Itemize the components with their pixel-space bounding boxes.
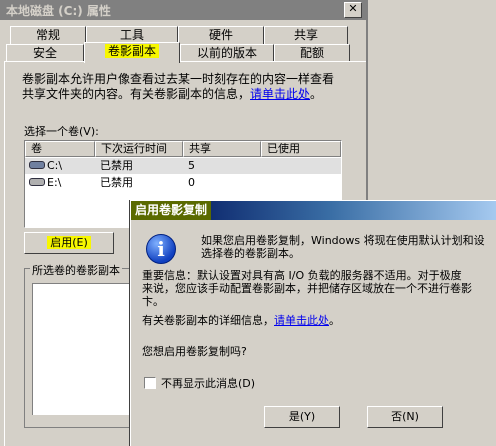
drive-icon — [29, 178, 45, 186]
dialog-help-link[interactable]: 请单击此处 — [274, 314, 329, 327]
tab-shadow-copies[interactable]: 卷影副本 — [84, 42, 180, 63]
no-button[interactable]: 否(N) — [367, 406, 443, 428]
enable-button[interactable]: 启用(E) — [24, 232, 114, 254]
shadow-copy-help-link[interactable]: 请单击此处 — [250, 87, 310, 101]
column-header-volume[interactable]: 卷 — [25, 141, 95, 157]
dialog-warning-line: 卞。 — [142, 295, 164, 308]
dialog-title: 启用卷影复制 — [131, 201, 212, 220]
dialog-message-line: 选择卷的卷影副本。 — [201, 247, 300, 260]
dont-show-checkbox[interactable] — [144, 377, 156, 389]
window-title: 本地磁盘 (C:) 属性 — [6, 4, 111, 18]
volume-list-header: 卷 下次运行时间 共享 已使用 — [25, 141, 341, 157]
column-header-next-run[interactable]: 下次运行时间 — [95, 141, 183, 157]
snapshot-list[interactable] — [32, 283, 142, 415]
info-icon: i — [146, 234, 176, 264]
dialog-warning-line: 来说，您应该手动配置卷影副本，并把储存区域放在一个不进行卷影 — [142, 282, 472, 295]
dialog-message-line: 如果您启用卷影复制，Windows 将现在使用默认计划和设 — [201, 234, 485, 247]
dialog-question: 您想启用卷影复制吗? — [142, 345, 247, 358]
tab-sharing[interactable]: 共享 — [264, 26, 348, 44]
column-header-used[interactable]: 已使用 — [261, 141, 341, 157]
tab-quota[interactable]: 配额 — [274, 44, 350, 62]
table-row[interactable]: E:\ 已禁用 0 — [25, 175, 341, 191]
tab-previous-versions[interactable]: 以前的版本 — [180, 44, 274, 62]
enable-shadow-copy-dialog: 启用卷影复制 i 如果您启用卷影复制，Windows 将现在使用默认计划和设 选… — [130, 200, 496, 446]
table-row[interactable]: C:\ 已禁用 5 — [25, 158, 341, 174]
dont-show-label[interactable]: 不再显示此消息(D) — [161, 377, 255, 390]
dialog-warning-line: 重要信息：默认设置对具有高 I/O 负载的服务器不适用。对于极度 — [142, 269, 462, 282]
tab-general[interactable]: 常规 — [10, 26, 86, 44]
dialog-more-info: 有关卷影副本的详细信息，请单击此处。 — [142, 314, 340, 327]
snapshots-group-label: 所选卷的卷影副本 — [30, 262, 122, 278]
drive-icon — [29, 161, 45, 169]
tab-hardware[interactable]: 硬件 — [178, 26, 264, 44]
select-volume-label: 选择一个卷(V): — [24, 125, 99, 138]
dialog-title-bar: 启用卷影复制 — [131, 201, 496, 220]
close-icon[interactable]: ✕ — [344, 2, 362, 18]
window-title-bar: 本地磁盘 (C:) 属性 ✕ — [0, 0, 368, 20]
yes-button[interactable]: 是(Y) — [264, 406, 340, 428]
tab-security[interactable]: 安全 — [6, 44, 84, 62]
shadow-copy-description: 卷影副本允许用户像查看过去某一时刻存在的内容一样查看 共享文件夹的内容。有关卷影… — [22, 72, 335, 101]
column-header-shares[interactable]: 共享 — [183, 141, 261, 157]
